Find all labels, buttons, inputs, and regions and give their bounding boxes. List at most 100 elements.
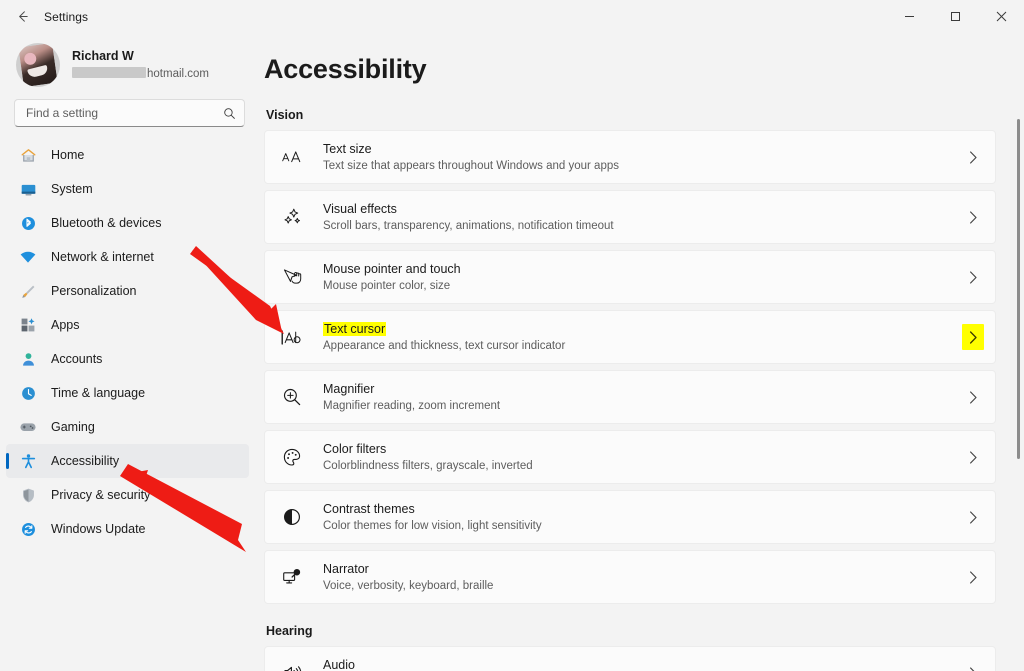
card-subtitle: Voice, verbosity, keyboard, braille [323, 579, 494, 592]
setting-card-text-size[interactable]: Text size Text size that appears through… [264, 130, 996, 184]
window-title: Settings [44, 9, 89, 24]
sidebar-item-label: Accessibility [51, 454, 120, 468]
title-bar: Settings [0, 0, 1024, 33]
sidebar-item-label: Windows Update [51, 522, 146, 536]
search-box[interactable] [14, 99, 245, 127]
sidebar-item-windows-update[interactable]: Windows Update [6, 512, 249, 546]
card-title: Text size [323, 141, 372, 156]
wifi-icon [18, 247, 38, 267]
chevron-right-icon[interactable] [962, 266, 984, 288]
sidebar-item-system[interactable]: System [6, 172, 249, 206]
sidebar-item-accounts[interactable]: Accounts [6, 342, 249, 376]
sidebar-item-label: Accounts [51, 352, 103, 366]
setting-card-contrast-themes[interactable]: Contrast themes Color themes for low vis… [264, 490, 996, 544]
sidebar-item-label: Home [51, 148, 85, 162]
chevron-right-icon[interactable] [962, 324, 984, 350]
user-profile[interactable]: Richard W hotmail.com [0, 33, 258, 99]
sidebar-item-label: System [51, 182, 93, 196]
minimize-button[interactable] [886, 0, 932, 33]
maximize-button[interactable] [932, 0, 978, 33]
sidebar-item-time-language[interactable]: Time & language [6, 376, 249, 410]
setting-card-narrator[interactable]: Narrator Voice, verbosity, keyboard, bra… [264, 550, 996, 604]
card-title: Visual effects [323, 201, 397, 216]
contrast-icon [279, 507, 305, 527]
card-title: Text cursor [323, 321, 962, 337]
vertical-scrollbar[interactable] [1017, 93, 1020, 671]
main-content: Accessibility Vision Text size Text size… [258, 33, 1024, 671]
card-title: Audio [323, 657, 355, 671]
search-container [0, 99, 258, 127]
magnifier-icon [279, 387, 305, 407]
speaker-icon [279, 663, 305, 671]
card-title: Contrast themes [323, 501, 415, 516]
sidebar-item-label: Gaming [51, 420, 95, 434]
scrollbar-thumb[interactable] [1017, 119, 1020, 459]
sidebar-item-privacy-security[interactable]: Privacy & security [6, 478, 249, 512]
back-arrow-icon [18, 11, 28, 22]
back-button[interactable] [5, 2, 39, 32]
color-palette-icon [279, 447, 305, 467]
sidebar-item-apps[interactable]: Apps [6, 308, 249, 342]
sidebar-item-label: Apps [51, 318, 80, 332]
profile-email: hotmail.com [72, 66, 209, 82]
card-subtitle: Scroll bars, transparency, animations, n… [323, 219, 614, 232]
accessibility-person-icon [18, 451, 38, 471]
sidebar-item-personalization[interactable]: Personalization [6, 274, 249, 308]
system-icon [18, 179, 38, 199]
card-title: Magnifier [323, 381, 375, 396]
minimize-icon [904, 16, 914, 17]
sidebar-item-bluetooth-devices[interactable]: Bluetooth & devices [6, 206, 249, 240]
redaction-bar [72, 67, 146, 78]
sidebar-item-accessibility[interactable]: Accessibility [6, 444, 249, 478]
setting-card-audio[interactable]: Audio Mono audio, audio notifications [264, 646, 996, 671]
section-heading-vision: Vision [266, 108, 304, 122]
window-body: Richard W hotmail.com Find a setting Hom… [0, 33, 1024, 671]
text-cursor-icon [279, 328, 305, 347]
chevron-right-icon[interactable] [962, 206, 984, 228]
setting-card-visual-effects[interactable]: Visual effects Scroll bars, transparency… [264, 190, 996, 244]
chevron-right-icon[interactable] [962, 446, 984, 468]
sidebar-item-gaming[interactable]: Gaming [6, 410, 249, 444]
search-icon [223, 107, 236, 120]
card-subtitle: Magnifier reading, zoom increment [323, 399, 501, 412]
close-icon [996, 11, 1006, 22]
home-icon [18, 145, 38, 165]
page-title: Accessibility [264, 54, 427, 84]
sidebar-item-label: Bluetooth & devices [51, 216, 162, 230]
avatar [16, 43, 60, 87]
sidebar: Richard W hotmail.com Find a setting Hom… [0, 33, 258, 671]
card-subtitle: Appearance and thickness, text cursor in… [323, 339, 566, 352]
card-subtitle: Text size that appears throughout Window… [323, 159, 619, 172]
maximize-icon [950, 12, 960, 21]
gamepad-icon [18, 417, 38, 437]
sidebar-item-label: Personalization [51, 284, 137, 298]
chevron-right-icon[interactable] [962, 566, 984, 588]
sidebar-item-home[interactable]: Home [6, 138, 249, 172]
card-subtitle: Mouse pointer color, size [323, 279, 451, 292]
narrator-icon [279, 567, 305, 587]
sparkle-icon [279, 207, 305, 227]
close-button[interactable] [978, 0, 1024, 33]
chevron-right-icon[interactable] [962, 506, 984, 528]
sidebar-item-label: Time & language [51, 386, 146, 400]
sidebar-item-network-internet[interactable]: Network & internet [6, 240, 249, 274]
account-icon [18, 349, 38, 369]
shield-icon [18, 485, 38, 505]
setting-card-color-filters[interactable]: Color filters Colorblindness filters, gr… [264, 430, 996, 484]
search-input[interactable] [26, 106, 223, 120]
window-controls [886, 0, 1024, 33]
setting-card-mouse-pointer-and-touch[interactable]: Mouse pointer and touch Mouse pointer co… [264, 250, 996, 304]
settings-window: Settings Richard W hotmail.com Find a se… [0, 0, 1024, 671]
chevron-right-icon[interactable] [962, 386, 984, 408]
sidebar-nav: Home System Bluetooth & devices Network … [0, 138, 258, 546]
chevron-right-icon[interactable] [962, 146, 984, 168]
paintbrush-icon [18, 281, 38, 301]
card-subtitle: Color themes for low vision, light sensi… [323, 519, 542, 532]
card-title: Color filters [323, 441, 387, 456]
setting-card-text-cursor[interactable]: Text cursor Appearance and thickness, te… [264, 310, 996, 364]
section-heading-hearing: Hearing [266, 624, 313, 638]
card-title: Mouse pointer and touch [323, 261, 461, 276]
bluetooth-icon [18, 213, 38, 233]
chevron-right-icon[interactable] [962, 662, 984, 671]
setting-card-magnifier[interactable]: Magnifier Magnifier reading, zoom increm… [264, 370, 996, 424]
